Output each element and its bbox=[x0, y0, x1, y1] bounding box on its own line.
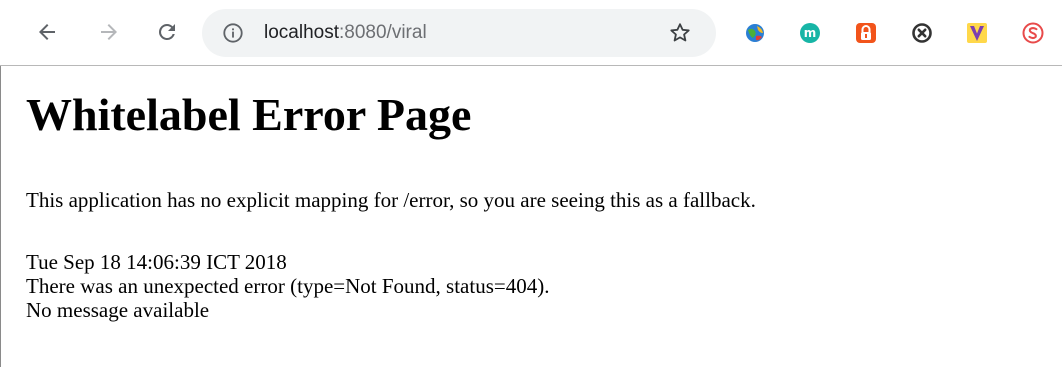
reload-icon bbox=[159, 24, 175, 40]
s-extension-icon[interactable] bbox=[1022, 22, 1044, 44]
page-title: Whitelabel Error Page bbox=[26, 89, 472, 140]
reload-button[interactable] bbox=[152, 17, 182, 47]
forward-button[interactable] bbox=[94, 17, 124, 47]
error-description: This application has no explicit mapping… bbox=[26, 188, 756, 212]
error-timestamp: Tue Sep 18 14:06:39 ICT 2018 bbox=[26, 250, 287, 274]
url-host: localhost bbox=[264, 22, 339, 43]
star-icon[interactable] bbox=[668, 21, 692, 45]
window-edge bbox=[0, 66, 1, 367]
arrow-right-icon bbox=[101, 24, 117, 40]
globe-extension-icon[interactable] bbox=[744, 22, 766, 44]
info-icon[interactable] bbox=[222, 22, 244, 44]
browser-toolbar: localhost:8080/viral m bbox=[0, 0, 1062, 66]
error-message: No message available bbox=[26, 298, 210, 322]
close-circle-extension-icon[interactable] bbox=[911, 22, 933, 44]
url-text[interactable]: localhost:8080/viral bbox=[264, 22, 427, 44]
address-bar[interactable]: localhost:8080/viral bbox=[202, 9, 716, 57]
m-extension-icon[interactable]: m bbox=[799, 22, 821, 44]
url-path: :8080/viral bbox=[339, 22, 427, 43]
arrow-left-icon bbox=[39, 24, 55, 40]
v-extension-icon[interactable] bbox=[966, 22, 988, 44]
back-button[interactable] bbox=[32, 17, 62, 47]
error-details: There was an unexpected error (type=Not … bbox=[26, 274, 550, 298]
svg-text:m: m bbox=[804, 26, 817, 40]
lock-extension-icon[interactable] bbox=[855, 22, 877, 44]
